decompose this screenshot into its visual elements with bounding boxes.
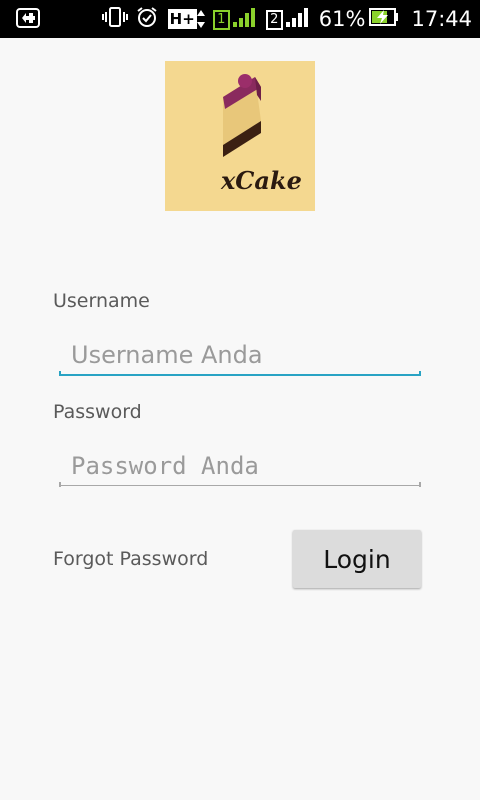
clock: 17:44 (411, 7, 472, 31)
username-field[interactable] (59, 336, 421, 376)
username-input[interactable] (59, 336, 421, 374)
battery-percent: 61% (318, 7, 366, 31)
vibrate-icon (101, 6, 128, 32)
notification-icon (16, 7, 40, 33)
password-field[interactable] (59, 446, 421, 487)
app-logo: xCake (165, 61, 315, 211)
signal-icon-sim2 (285, 6, 309, 32)
sim1-icon: 1 (212, 8, 230, 30)
password-input[interactable] (59, 446, 421, 485)
password-label: Password (53, 401, 142, 423)
alarm-icon (136, 6, 158, 32)
status-bar: H+ 1 2 61% 17:44 (0, 0, 480, 38)
signal-icon-sim1 (232, 6, 256, 32)
sim2-icon: 2 (265, 8, 283, 30)
hplus-icon: H+ (167, 9, 205, 29)
login-button[interactable]: Login (293, 530, 421, 588)
logo-text: xCake (220, 166, 302, 195)
forgot-password-link[interactable]: Forgot Password (53, 548, 208, 570)
battery-charging-icon (369, 7, 399, 31)
username-label: Username (53, 290, 150, 312)
